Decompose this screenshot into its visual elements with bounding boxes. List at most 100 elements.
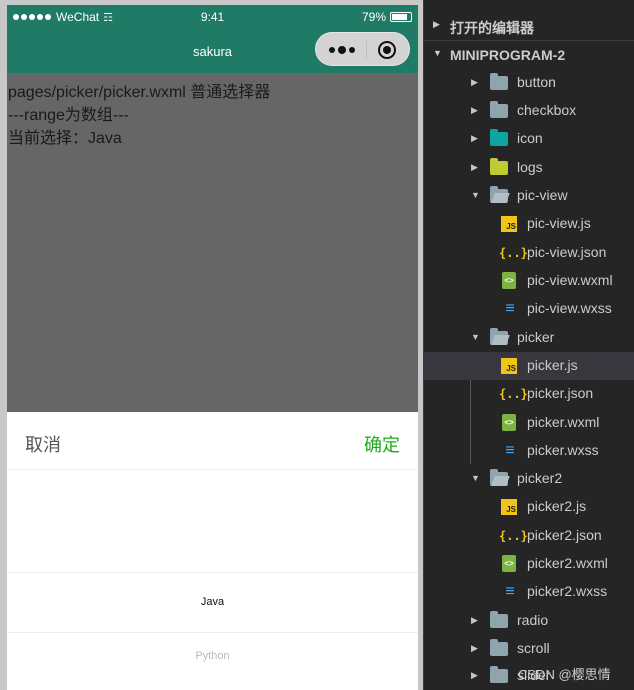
folder-open-icon (490, 186, 508, 205)
image-folder-icon (490, 129, 508, 148)
tree-file-picker2-wxml[interactable]: <> picker2.wxml (423, 550, 634, 578)
tree-item-label: logs (517, 159, 543, 175)
open-editors-label: 打开的编辑器 (450, 20, 534, 36)
tree-item-label: pic-view.json (527, 244, 607, 260)
more-dot (349, 47, 355, 53)
project-header[interactable]: ▼ MINIPROGRAM-2 (423, 40, 634, 68)
tree-item-label: picker2.js (527, 498, 587, 514)
more-dot (338, 46, 346, 54)
more-dot (329, 47, 335, 53)
folder-open-icon (490, 469, 508, 488)
chevron-right-icon: ▶ (471, 670, 478, 680)
range-description: ---range为数组--- (8, 107, 129, 124)
picker-indicator-top (7, 572, 418, 573)
tree-file-picker-wxss[interactable]: ≡ picker.wxss (423, 437, 634, 465)
tree-file-pic-view-js[interactable]: JS pic-view.js (423, 210, 634, 238)
picker-panel: 取消 确定 Java Python (7, 412, 418, 690)
logs-folder-icon (490, 158, 508, 177)
project-label: MINIPROGRAM-2 (450, 47, 566, 63)
tree-item-label: scroll (517, 640, 550, 656)
picker-option-python[interactable]: Python (7, 650, 418, 662)
battery-icon (390, 12, 412, 22)
picker-indicator-bottom (7, 632, 418, 633)
tree-item-label: picker2.json (527, 527, 602, 543)
tree-folder-pic-view[interactable]: ▼ pic-view (423, 182, 634, 210)
wxss-file-icon: ≡ (505, 442, 515, 459)
tree-item-label: picker.wxss (527, 442, 599, 458)
chevron-right-icon: ▶ (471, 615, 478, 625)
tree-item-label: picker (517, 329, 555, 345)
tree-item-label: pic-view.wxml (527, 272, 613, 288)
tree-folder-picker[interactable]: ▼ picker (423, 324, 634, 352)
json-file-icon: {..} (499, 246, 528, 260)
picker-option-java[interactable]: Java (7, 596, 418, 608)
tree-item-label: radio (517, 612, 549, 628)
chevron-down-icon: ▼ (471, 190, 480, 200)
js-file-icon: JS (501, 215, 519, 233)
wxml-file-icon: <> (501, 414, 519, 432)
picker-header: 取消 确定 (7, 412, 418, 470)
watermark: CSDN @樱思情 (518, 667, 611, 682)
wxml-file-icon: <> (501, 555, 519, 573)
battery-status: 79% (362, 10, 412, 24)
tree-item-label: picker2.wxml (527, 555, 608, 571)
folder-icon (490, 611, 508, 630)
tree-folder-picker2[interactable]: ▼ picker2 (423, 465, 634, 493)
tree-folder-button[interactable]: ▶ button (423, 69, 634, 97)
tree-item-label: checkbox (517, 102, 577, 118)
tree-file-picker-js[interactable]: JS picker.js (423, 352, 634, 380)
tree-folder-radio[interactable]: ▶ radio (423, 607, 634, 635)
confirm-button[interactable]: 确定 (364, 431, 400, 457)
tree-file-picker-wxml[interactable]: <> picker.wxml (423, 409, 634, 437)
tree-item-label: icon (517, 130, 543, 146)
status-bar: WeChat ☶ 9:41 79% (7, 5, 418, 29)
json-file-icon: {..} (499, 387, 528, 401)
chevron-down-icon: ▼ (433, 48, 442, 58)
more-icon[interactable] (329, 46, 355, 54)
navigation-bar: WeChat ☶ 9:41 79% sakura (7, 5, 418, 73)
tree-folder-scroll[interactable]: ▶ scroll (423, 635, 634, 663)
wxss-file-icon: ≡ (505, 583, 515, 600)
folder-icon (490, 73, 508, 92)
tree-item-label: button (517, 74, 556, 90)
wxss-file-icon: ≡ (505, 300, 515, 317)
folder-icon (490, 666, 508, 685)
chevron-right-icon: ▶ (471, 162, 478, 172)
open-editors-header[interactable]: ▶ 打开的编辑器 (423, 12, 634, 40)
capsule-menu (315, 32, 410, 66)
chevron-down-icon: ▼ (471, 473, 480, 483)
status-time: 9:41 (200, 10, 225, 24)
tree-item-label: picker.json (527, 385, 594, 401)
phone-simulator: WeChat ☶ 9:41 79% sakura pages/picker/pi… (0, 0, 423, 690)
page-path-text: pages/picker/picker.wxml 普通选择器 (8, 84, 271, 101)
folder-icon (490, 639, 508, 658)
tree-item-label: picker2.wxss (527, 583, 608, 599)
tree-file-pic-view-wxml[interactable]: <> pic-view.wxml (423, 267, 634, 295)
chevron-right-icon: ▶ (471, 133, 478, 143)
tree-file-pic-view-wxss[interactable]: ≡ pic-view.wxss (423, 295, 634, 323)
tree-item-label: picker.js (527, 357, 578, 373)
chevron-right-icon: ▶ (471, 77, 478, 87)
chevron-right-icon: ▶ (471, 105, 478, 115)
js-file-icon: JS (501, 357, 519, 375)
cancel-button[interactable]: 取消 (25, 431, 61, 457)
tree-file-picker-json[interactable]: {..} picker.json (423, 380, 634, 408)
tree-folder-logs[interactable]: ▶ logs (423, 154, 634, 182)
tree-folder-checkbox[interactable]: ▶ checkbox (423, 97, 634, 125)
tree-file-pic-view-json[interactable]: {..} pic-view.json (423, 239, 634, 267)
folder-open-icon (490, 328, 508, 347)
tree-file-picker2-json[interactable]: {..} picker2.json (423, 522, 634, 550)
chevron-down-icon: ▼ (471, 332, 480, 342)
tree-folder-icon[interactable]: ▶ icon (423, 125, 634, 153)
phone-screen: WeChat ☶ 9:41 79% sakura pages/picker/pi… (7, 5, 418, 690)
page-content: pages/picker/picker.wxml 普通选择器 ---range为… (7, 73, 418, 412)
file-explorer: ▶ 打开的编辑器 ▼ MINIPROGRAM-2 ▶ button ▶ chec… (423, 0, 634, 690)
current-selection: 当前选择：Java (8, 130, 122, 147)
battery-percent: 79% (361, 10, 386, 24)
picker-column[interactable]: Java Python (7, 470, 418, 690)
tree-file-picker2-js[interactable]: JS picker2.js (423, 493, 634, 521)
tree-item-label: pic-view.js (527, 215, 591, 231)
tree-item-label: picker2 (517, 470, 563, 486)
close-mini-program-icon[interactable] (378, 41, 396, 59)
tree-file-picker2-wxss[interactable]: ≡ picker2.wxss (423, 578, 634, 606)
